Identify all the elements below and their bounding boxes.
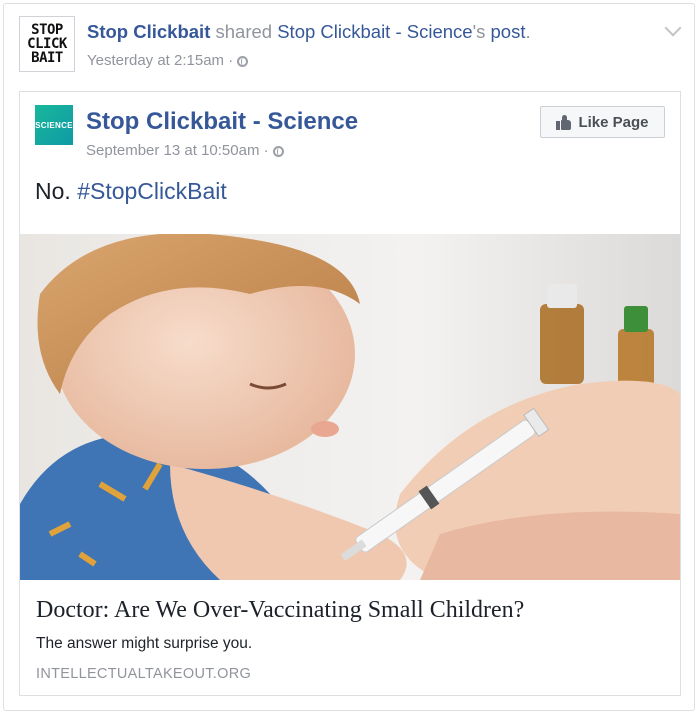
link-preview-title[interactable]: Doctor: Are We Over-Vaccinating Small Ch… <box>36 597 524 624</box>
link-preview-image[interactable] <box>20 234 680 580</box>
like-page-label: Like Page <box>578 113 649 131</box>
public-globe-icon <box>272 146 284 157</box>
separator: · <box>224 52 238 69</box>
share-timestamp-line: Yesterday at 2:15am · <box>87 52 249 69</box>
avatar-line-3: BAIT <box>31 50 63 66</box>
post-link[interactable]: post <box>491 21 526 42</box>
link-preview-domain: INTELLECTUALTAKEOUT.ORG <box>36 666 252 682</box>
original-page-name-link[interactable]: Stop Clickbait - Science <box>86 108 358 136</box>
like-page-button[interactable]: Like Page <box>540 106 665 138</box>
avatar-line-2: CLICK <box>27 36 67 52</box>
period-text: . <box>525 21 531 42</box>
possessive-text: 's <box>472 21 491 42</box>
source-page-link[interactable]: Stop Clickbait - Science <box>277 21 472 42</box>
share-attribution: Stop Clickbait shared Stop Clickbait - S… <box>87 21 531 43</box>
public-globe-icon <box>237 56 249 67</box>
science-page-avatar[interactable]: SCIENCE <box>35 105 73 145</box>
post-message: No. #StopClickBait <box>35 178 227 205</box>
child-vaccination-photo <box>20 234 680 580</box>
separator: · <box>259 142 273 159</box>
share-timestamp[interactable]: Yesterday at 2:15am <box>87 52 224 69</box>
sharer-name-link[interactable]: Stop Clickbait <box>87 21 210 42</box>
avatar-line-1: STOP <box>31 22 63 38</box>
original-timestamp[interactable]: September 13 at 10:50am <box>86 142 259 159</box>
stop-clickbait-avatar[interactable]: STOP CLICK BAIT <box>19 16 75 72</box>
post-text-prefix: No. <box>35 178 78 204</box>
link-preview-description: The answer might surprise you. <box>36 635 253 652</box>
hashtag-link[interactable]: #StopClickBait <box>77 178 227 204</box>
original-timestamp-line: September 13 at 10:50am · <box>86 142 284 159</box>
shared-word: shared <box>210 21 278 42</box>
thumbs-up-icon <box>556 114 572 130</box>
